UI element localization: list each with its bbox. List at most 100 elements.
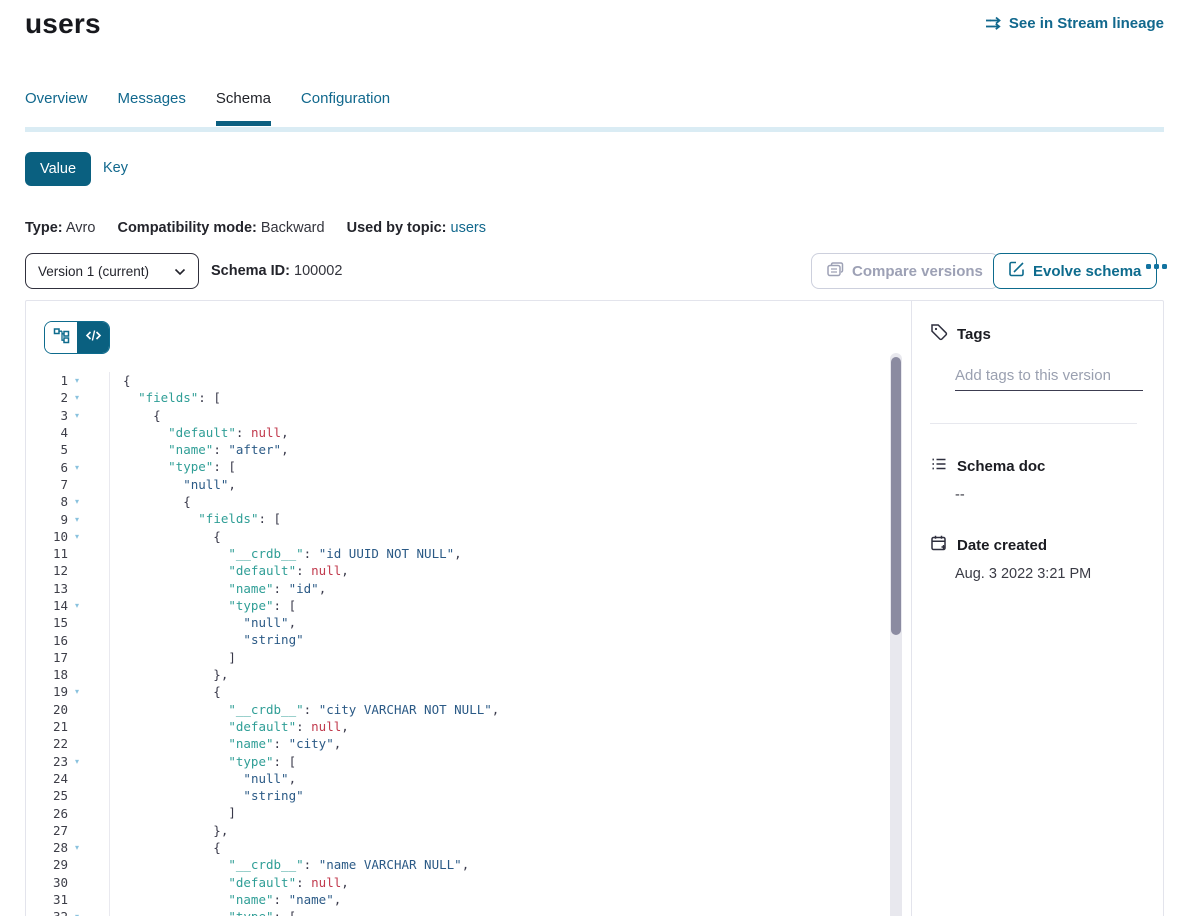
line-number: 2 [26, 390, 68, 405]
code-line: 26 ] [26, 804, 896, 821]
code-line: 2▾ "fields": [ [26, 389, 896, 406]
code-text: "type": [ [110, 908, 296, 916]
fold-toggle-icon[interactable]: ▾ [68, 757, 88, 766]
code-text: ] [110, 804, 236, 821]
line-number: 32 [26, 909, 68, 916]
editor-view-toggle [44, 321, 110, 354]
code-line: 20 "__crdb__": "city VARCHAR NOT NULL", [26, 701, 896, 718]
code-line: 12 "default": null, [26, 562, 896, 579]
date-created-section-header: Date created [930, 534, 1143, 556]
fold-toggle-icon[interactable]: ▾ [68, 843, 88, 852]
compare-versions-label: Compare versions [852, 263, 983, 280]
version-select[interactable]: Version 1 (current) [25, 253, 199, 289]
compare-versions-icon [827, 262, 844, 281]
line-number: 8 [26, 494, 68, 509]
schema-doc-title: Schema doc [957, 458, 1045, 475]
schema-meta-row: Type: Avro Compatibility mode: Backward … [25, 220, 486, 236]
code-text: }, [110, 822, 228, 839]
line-number: 10 [26, 529, 68, 544]
editor-scrollbar-thumb[interactable] [891, 357, 901, 635]
line-number: 6 [26, 460, 68, 475]
schema-id-label: Schema ID: [211, 263, 290, 279]
type-label: Type: [25, 220, 63, 236]
code-text: { [110, 683, 221, 700]
code-text: "type": [ [110, 458, 236, 475]
line-number: 22 [26, 736, 68, 751]
line-number: 18 [26, 667, 68, 682]
calendar-icon [930, 534, 948, 556]
version-select-value: Version 1 (current) [38, 264, 149, 279]
date-created-value: Aug. 3 2022 3:21 PM [955, 566, 1143, 582]
used-by-topic-label: Used by topic: [347, 220, 447, 236]
line-number: 29 [26, 857, 68, 872]
code-text: "name": "name", [110, 891, 341, 908]
fold-toggle-icon[interactable]: ▾ [68, 463, 88, 472]
evolve-schema-button[interactable]: Evolve schema [993, 253, 1157, 289]
fold-toggle-icon[interactable]: ▾ [68, 687, 88, 696]
fold-toggle-icon[interactable]: ▾ [68, 411, 88, 420]
code-line: 9▾ "fields": [ [26, 510, 896, 527]
evolve-schema-label: Evolve schema [1033, 263, 1141, 280]
code-text: "type": [ [110, 597, 296, 614]
key-toggle-button[interactable]: Key [103, 160, 128, 176]
line-number: 17 [26, 650, 68, 665]
evolve-schema-icon [1009, 261, 1025, 281]
code-line: 24 "null", [26, 770, 896, 787]
code-text: { [110, 493, 191, 510]
fold-toggle-icon[interactable]: ▾ [68, 601, 88, 610]
tab-messages[interactable]: Messages [118, 90, 186, 126]
fold-toggle-icon[interactable]: ▾ [68, 515, 88, 524]
stream-lineage-link[interactable]: See in Stream lineage [985, 15, 1164, 32]
line-number: 31 [26, 892, 68, 907]
stream-lineage-icon [985, 16, 1002, 31]
editor-scrollbar[interactable] [890, 353, 902, 916]
code-line: 23▾ "type": [ [26, 753, 896, 770]
code-text: "string" [110, 787, 304, 804]
code-line: 7 "null", [26, 476, 896, 493]
code-line: 21 "default": null, [26, 718, 896, 735]
schema-doc-section-header: Schema doc [930, 455, 1143, 477]
code-view-toggle[interactable] [77, 322, 109, 353]
code-line: 15 "null", [26, 614, 896, 631]
used-by-topic-link[interactable]: users [451, 220, 486, 236]
code-line: 10▾ { [26, 528, 896, 545]
tab-configuration[interactable]: Configuration [301, 90, 390, 126]
code-text: ] [110, 649, 236, 666]
line-number: 13 [26, 581, 68, 596]
line-number: 4 [26, 425, 68, 440]
fold-toggle-icon[interactable]: ▾ [68, 497, 88, 506]
line-number: 14 [26, 598, 68, 613]
chevron-down-icon [174, 264, 186, 279]
code-lines: 1▾{2▾ "fields": [3▾ {4 "default": null,5… [26, 372, 896, 916]
fold-toggle-icon[interactable]: ▾ [68, 376, 88, 385]
tags-section-header: Tags [930, 323, 1143, 345]
fold-toggle-icon[interactable]: ▾ [68, 393, 88, 402]
code-line: 6▾ "type": [ [26, 458, 896, 475]
code-text: { [110, 407, 161, 424]
tab-overview[interactable]: Overview [25, 90, 88, 126]
code-text: "__crdb__": "city VARCHAR NOT NULL", [110, 701, 499, 718]
code-text: "name": "after", [110, 441, 289, 458]
add-tags-input[interactable] [955, 367, 1143, 391]
code-line: 4 "default": null, [26, 424, 896, 441]
code-line: 17 ] [26, 649, 896, 666]
more-actions-menu-icon[interactable] [1146, 264, 1167, 269]
line-number: 12 [26, 563, 68, 578]
fold-toggle-icon[interactable]: ▾ [68, 912, 88, 916]
value-toggle-button[interactable]: Value [25, 152, 91, 186]
line-number: 9 [26, 512, 68, 527]
tree-view-toggle[interactable] [45, 322, 77, 353]
line-number: 24 [26, 771, 68, 786]
line-number: 25 [26, 788, 68, 803]
code-line: 16 "string" [26, 631, 896, 648]
tab-underline [25, 127, 1164, 132]
code-line: 27 }, [26, 822, 896, 839]
line-number: 28 [26, 840, 68, 855]
code-text: { [110, 839, 221, 856]
schema-id-value: 100002 [294, 263, 342, 279]
fold-toggle-icon[interactable]: ▾ [68, 532, 88, 541]
line-number: 30 [26, 875, 68, 890]
compare-versions-button[interactable]: Compare versions [811, 253, 999, 289]
code-text: { [110, 372, 131, 389]
tab-schema[interactable]: Schema [216, 90, 271, 126]
